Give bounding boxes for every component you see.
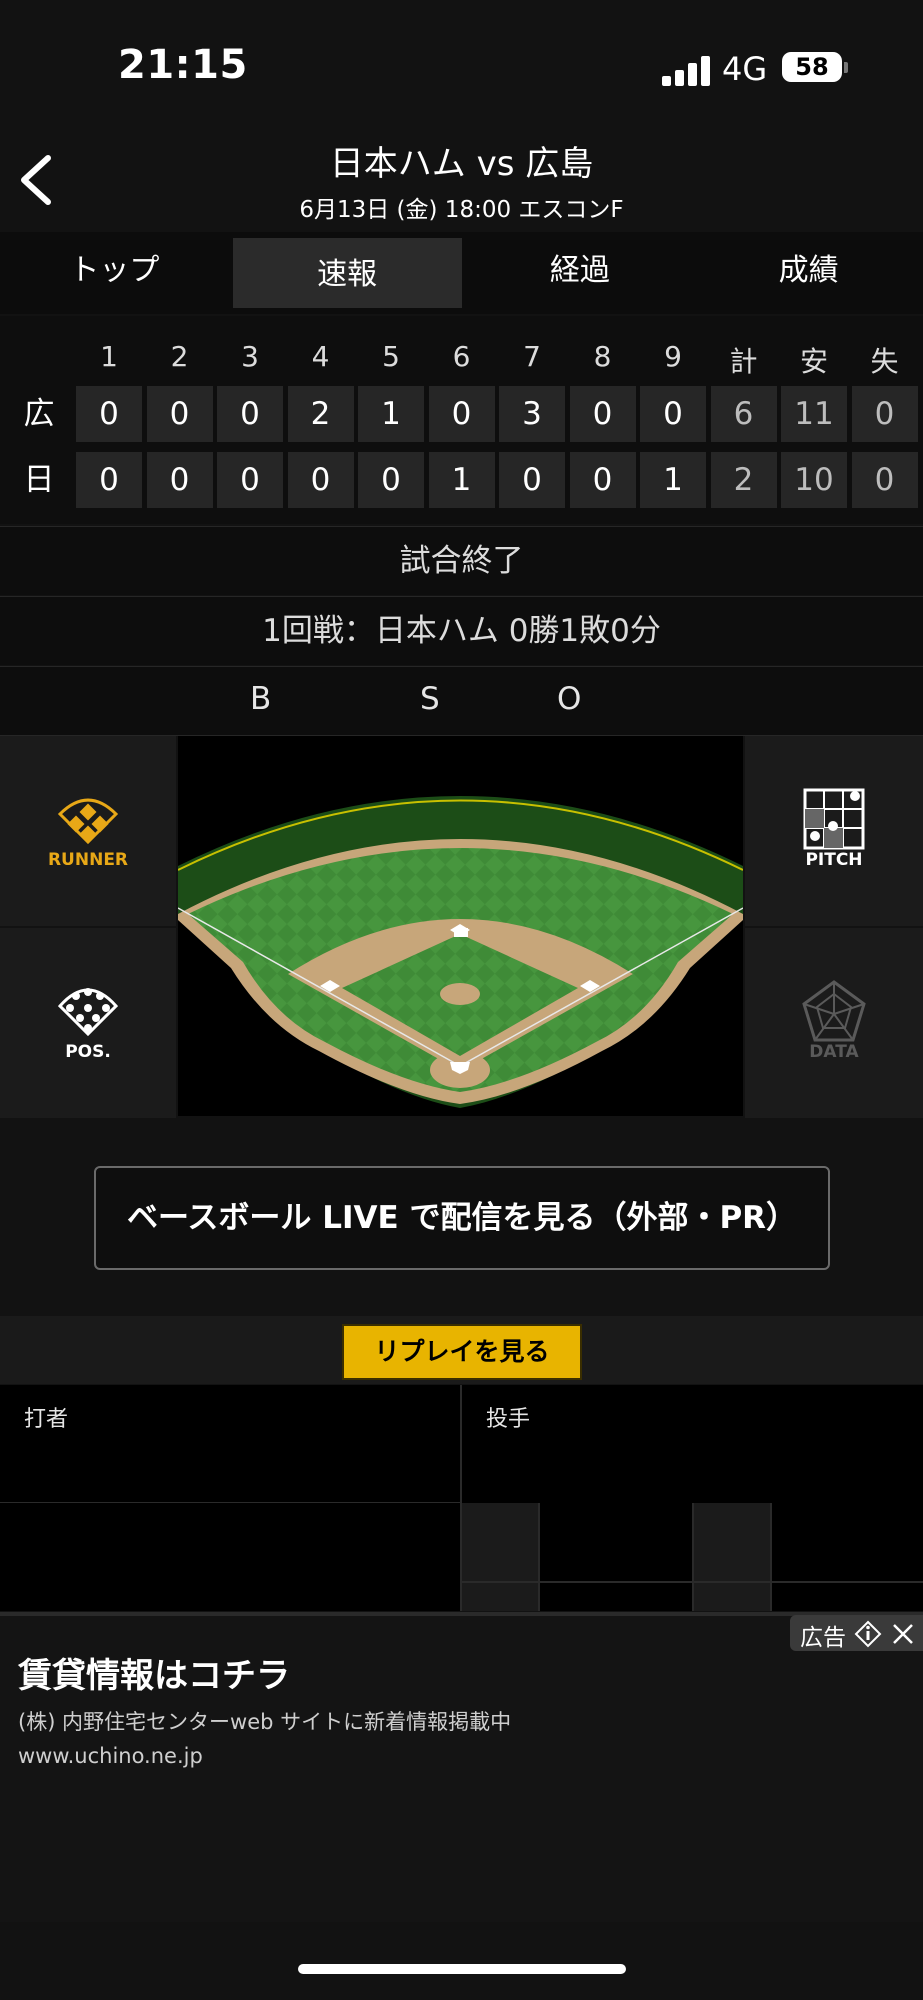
watch-live-button[interactable]: ベースボール LIVE で配信を見る（外部・PR） — [94, 1166, 830, 1270]
runner-icon — [57, 798, 119, 845]
inning-score-cell: 0 — [217, 452, 283, 508]
pitch-icon — [803, 788, 865, 850]
tab-live[interactable]: 速報 — [232, 238, 462, 308]
game-status: 試合終了 — [0, 526, 923, 595]
inning-score-cell: 0 — [217, 386, 283, 442]
total-cell: 10 — [781, 452, 847, 508]
matchup-panel: 打者 投手 — [0, 1385, 923, 1611]
inning-score-cell: 0 — [358, 452, 424, 508]
strike-label: S — [420, 681, 440, 717]
scoreboard-header: 8 — [593, 340, 612, 373]
scoreboard-header: 7 — [523, 340, 541, 373]
close-icon[interactable] — [890, 1621, 916, 1647]
bso-indicator: B S O — [0, 666, 923, 736]
scoreboard-header: 失 — [870, 345, 899, 378]
scoreboard-header: 1 — [100, 340, 118, 373]
inning-score-cell: 0 — [569, 452, 636, 508]
scoreboard-header: 9 — [664, 340, 682, 373]
inning-score-cell: 0 — [499, 452, 565, 508]
runner-label: RUNNER — [47, 850, 129, 870]
baseball-field — [178, 736, 743, 1116]
inning-score-cell: 1 — [428, 452, 495, 508]
runner-button[interactable]: RUNNER — [0, 736, 176, 926]
scoreboard-header: 6 — [452, 340, 471, 373]
total-cell: 0 — [851, 452, 918, 508]
pitcher-label: 投手 — [486, 1407, 531, 1432]
scoreboard-header: 計 — [729, 345, 758, 378]
scoreboard: 1 2 3 4 5 6 7 8 9 計安失広 0 0 0 2 1 0 3 0 0 6 11 0 日 0 0 0 0 0 1 0 0 1 2 10 0 — [0, 316, 923, 524]
position-label: POS. — [65, 1042, 111, 1062]
inning-score-cell: 0 — [428, 386, 495, 442]
team-name: 広 — [23, 396, 55, 432]
ad-badge-label: 広告 — [800, 1625, 846, 1651]
scoreboard-header: 3 — [241, 340, 259, 373]
tab-top[interactable]: トップ — [0, 232, 229, 314]
total-cell: 0 — [851, 386, 918, 442]
replay-button[interactable]: リプレイを見る — [342, 1324, 582, 1380]
inning-score-cell: 2 — [287, 386, 354, 442]
inning-score-cell: 0 — [146, 386, 213, 442]
ad-badge: 広告 — [790, 1615, 923, 1651]
ad-title[interactable]: 賃貸情報はコチラ — [18, 1648, 290, 1697]
battery-icon: 58 — [782, 52, 842, 82]
inning-score-cell: 0 — [287, 452, 354, 508]
inning-score-cell: 1 — [640, 452, 706, 508]
batter-label: 打者 — [24, 1407, 69, 1432]
inning-score-cell: 0 — [640, 386, 706, 442]
inning-score-cell: 0 — [76, 386, 142, 442]
series-record: 1回戦：日本ハム 0勝1敗0分 — [0, 596, 923, 665]
tab-progress[interactable]: 経過 — [466, 232, 695, 314]
tab-stats[interactable]: 成績 — [694, 232, 923, 314]
scoreboard-header: 2 — [170, 340, 189, 373]
home-indicator[interactable] — [298, 1964, 626, 1974]
scoreboard-header: 安 — [799, 345, 828, 378]
tab-bar: トップ 速報 経過 成績 — [0, 232, 923, 314]
team-name: 日 — [23, 462, 55, 498]
data-button[interactable]: DATA — [745, 928, 923, 1118]
battery-tip — [844, 62, 848, 73]
radar-chart-icon — [802, 980, 866, 1042]
inning-score-cell: 3 — [499, 386, 565, 442]
total-cell: 6 — [710, 386, 777, 442]
position-button[interactable]: POS. — [0, 928, 176, 1118]
info-icon[interactable] — [854, 1620, 882, 1648]
scoreboard-header: 4 — [311, 340, 330, 373]
game-info: 6月13日 (金) 18:00 エスコンF — [299, 197, 624, 223]
out-label: O — [557, 681, 582, 717]
inning-score-cell: 0 — [569, 386, 636, 442]
ad-url[interactable]: www.uchino.ne.jp — [18, 1744, 203, 1768]
pitch-grid-cell — [462, 1503, 538, 1611]
status-time: 21:15 — [118, 42, 248, 88]
total-cell: 11 — [781, 386, 847, 442]
network-type: 4G — [722, 50, 768, 88]
position-icon — [57, 988, 119, 1037]
inning-score-cell: 1 — [358, 386, 424, 442]
ball-label: B — [250, 681, 272, 717]
data-label: DATA — [809, 1042, 859, 1062]
pitch-label: PITCH — [805, 850, 863, 870]
total-cell: 2 — [710, 452, 777, 508]
scoreboard-header: 5 — [382, 340, 400, 373]
inning-score-cell: 0 — [76, 452, 142, 508]
ad-description: (株) 内野住宅センターweb サイトに新着情報掲載中 — [18, 1710, 512, 1734]
inning-score-cell: 0 — [146, 452, 213, 508]
page-title: 日本ハム vs 広島 — [329, 144, 594, 184]
signal-icon — [662, 54, 712, 86]
pitch-grid-cell — [694, 1503, 770, 1611]
pitch-button[interactable]: PITCH — [745, 736, 923, 926]
